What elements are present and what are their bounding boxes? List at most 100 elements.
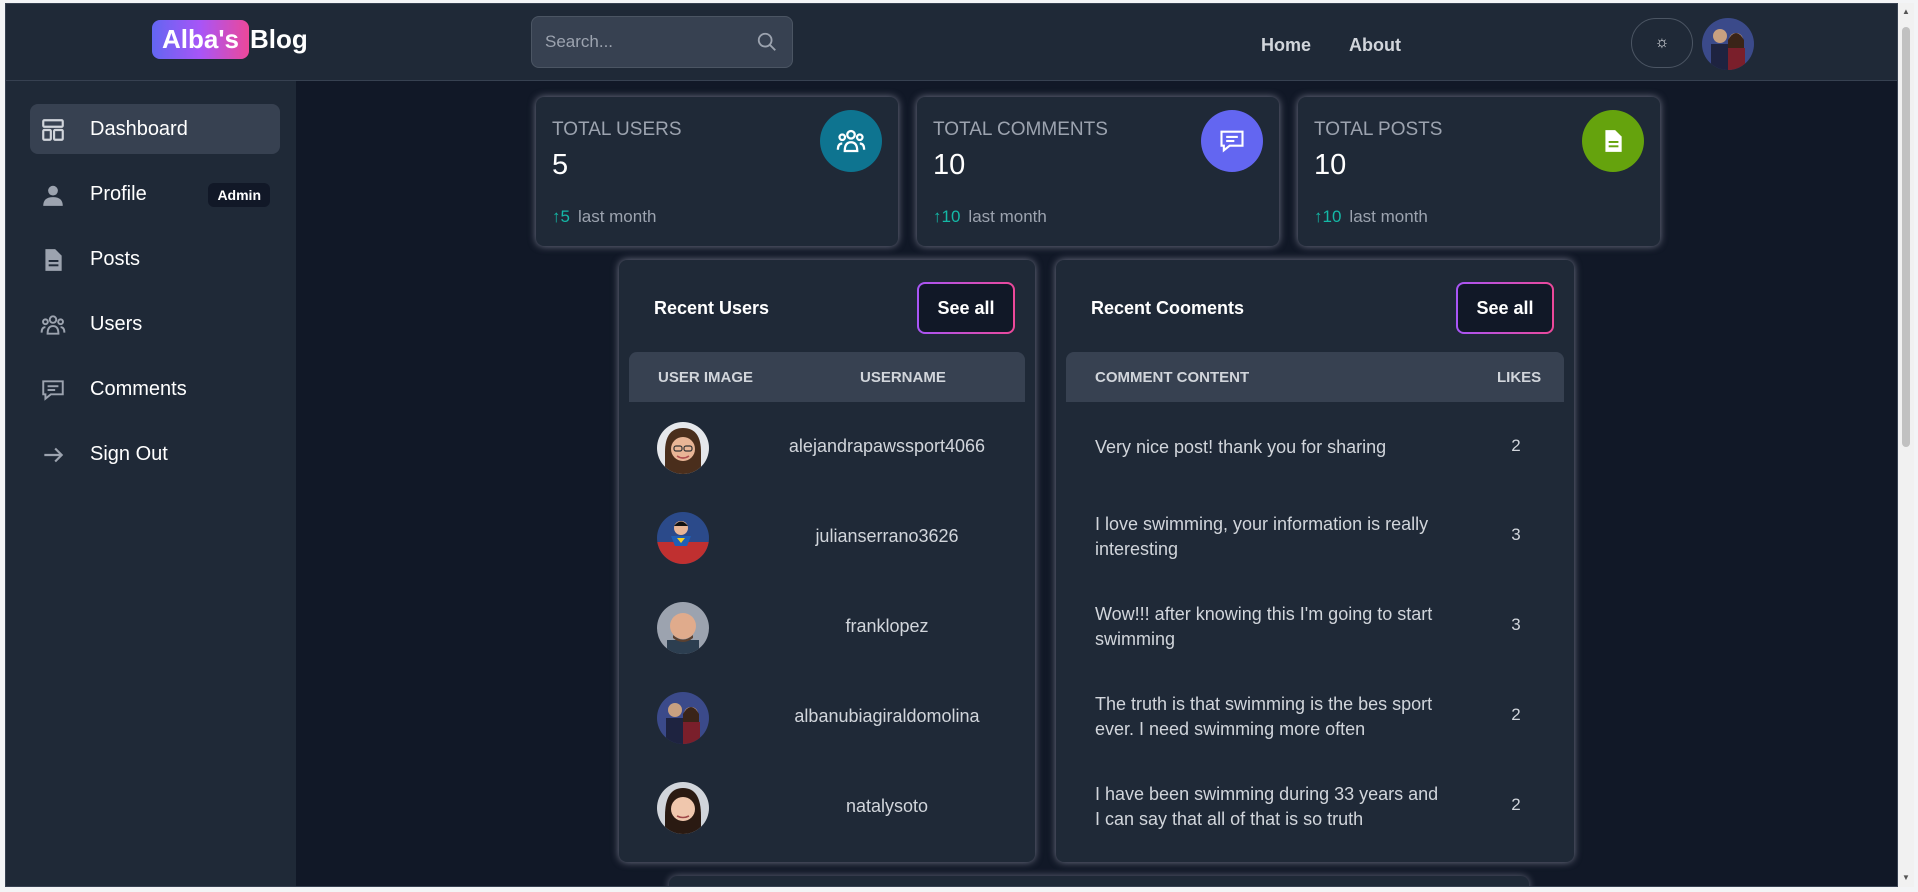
scroll-up-icon[interactable]: ▲ [1901,7,1911,17]
scroll-down-icon[interactable]: ▼ [1901,873,1911,883]
sidebar: Dashboard Profile Admin Posts Users Comm… [6,81,296,886]
arrow-right-icon [44,447,64,463]
column-header: User image [658,369,754,386]
stat-delta: ↑10 last month [1314,207,1428,226]
stat-delta-label: last month [1349,207,1428,226]
stat-icon-users [820,110,882,172]
nav-about-link[interactable]: About [1349,35,1401,56]
stat-delta: ↑10 last month [933,207,1047,226]
users-icon [836,129,866,153]
page-scrollbar[interactable]: ▲ ▼ [1898,3,1914,887]
table-row[interactable]: Very nice post! thank you for sharing 2 [1066,402,1564,492]
sidebar-item-label: Profile [90,183,147,205]
dashboard-icon [42,119,64,141]
stat-delta-value: 10 [1322,207,1342,226]
table-row[interactable]: julianserrano3626 [629,492,1025,582]
sidebar-item-label: Users [90,313,143,335]
avatar [657,602,709,654]
users-icon [40,315,66,335]
search-icon[interactable] [756,31,778,53]
scrollbar-thumb[interactable] [1902,27,1910,447]
sidebar-item-profile[interactable]: Profile Admin [30,169,280,219]
site-logo[interactable]: Alba's Blog [152,20,308,59]
stat-card-total-comments: Total Comments 10 ↑10 last month [917,97,1279,246]
sidebar-item-sign-out[interactable]: Sign Out [30,429,280,479]
table-row[interactable]: franklopez [629,582,1025,672]
table-row[interactable]: natalysoto [629,762,1025,852]
comment-content: I love swimming, your information is rea… [1095,514,1429,559]
table-row[interactable]: I have been swimming during 33 years and… [1066,762,1564,852]
stat-value: 5 [552,149,569,181]
sidebar-item-label: Dashboard [90,118,188,140]
stat-title: Total Posts [1314,119,1443,140]
username: franklopez [845,616,929,636]
top-navbar: Alba's Blog Home About ☼ [6,4,1897,81]
sidebar-item-posts[interactable]: Posts [30,234,280,284]
comment-likes: 3 [1511,615,1521,634]
panel-title: Recent Cooments [1091,298,1245,318]
stat-title: Total Comments [933,119,1108,140]
stat-title: Total Users [552,119,682,140]
comment-likes: 3 [1511,525,1521,544]
stat-delta-label: last month [577,207,657,226]
theme-toggle-button[interactable]: ☼ [1631,18,1693,68]
avatar [657,422,709,474]
comment-content: The truth is that swimming is the bes sp… [1095,694,1433,739]
comment-icon [1220,130,1244,153]
sun-icon: ☼ [1654,34,1670,51]
column-header: Comment content [1095,369,1250,386]
recent-comments-panel: Recent Cooments See all Comment content … [1056,260,1574,862]
column-header: Likes [1497,369,1542,386]
search-input[interactable] [532,17,742,67]
stat-card-total-users: Total Users 5 ↑5 last month [536,97,898,246]
avatar [657,692,709,744]
table-row[interactable]: The truth is that swimming is the bes sp… [1066,672,1564,762]
stat-icon-comments [1201,110,1263,172]
stat-value: 10 [1314,149,1347,181]
sidebar-item-comments[interactable]: Comments [30,364,280,414]
users-table-header: User image Username [629,352,1025,402]
sidebar-item-dashboard[interactable]: Dashboard [30,104,280,154]
avatar [657,512,709,564]
stat-icon-posts [1582,110,1644,172]
stat-delta-value: 10 [941,207,961,226]
logo-badge: Alba's [152,20,249,59]
comment-content: Very nice post! thank you for sharing [1095,437,1387,457]
table-row[interactable]: alejandrapawssport4066 [629,402,1025,492]
nav-home-link[interactable]: Home [1261,35,1311,56]
table-row[interactable]: Wow!!! after knowing this I'm going to s… [1066,582,1564,672]
username: natalysoto [845,796,929,816]
user-icon [43,185,63,206]
stat-delta-value: 5 [560,207,570,226]
stat-delta-label: last month [968,207,1047,226]
comment-content: Wow!!! after knowing this I'm going to s… [1095,604,1433,649]
sidebar-item-label: Comments [90,378,187,400]
comment-icon [42,380,64,401]
comments-table-header: Comment content Likes [1066,352,1564,402]
panel-title: Recent Users [654,298,770,318]
username: julianserrano3626 [815,526,959,546]
role-badge: Admin [208,183,270,207]
table-row[interactable]: albanubiagiraldomolina [629,672,1025,762]
next-panel-edge [669,876,1529,886]
username: albanubiagiraldomolina [794,706,980,726]
see-all-comments-button[interactable]: See all [1456,282,1554,334]
username: alejandrapawssport4066 [788,436,986,456]
sidebar-item-users[interactable]: Users [30,299,280,349]
user-avatar[interactable] [1702,18,1754,70]
search-box [531,16,793,68]
comment-content: I have been swimming during 33 years and… [1095,784,1439,829]
stat-value: 10 [933,149,966,181]
logo-text: Blog [249,24,308,54]
stat-card-total-posts: Total Posts 10 ↑10 last month [1298,97,1660,246]
stat-delta: ↑5 last month [552,207,657,226]
avatar [657,782,709,834]
comment-likes: 2 [1511,705,1521,724]
app-window: Alba's Blog Home About ☼ [5,3,1898,887]
document-icon [45,249,62,271]
table-row[interactable]: I love swimming, your information is rea… [1066,492,1564,582]
comment-likes: 2 [1511,795,1521,814]
recent-users-panel: Recent Users See all User image Username… [619,260,1035,862]
column-header: Username [860,369,946,386]
see-all-users-button[interactable]: See all [917,282,1015,334]
